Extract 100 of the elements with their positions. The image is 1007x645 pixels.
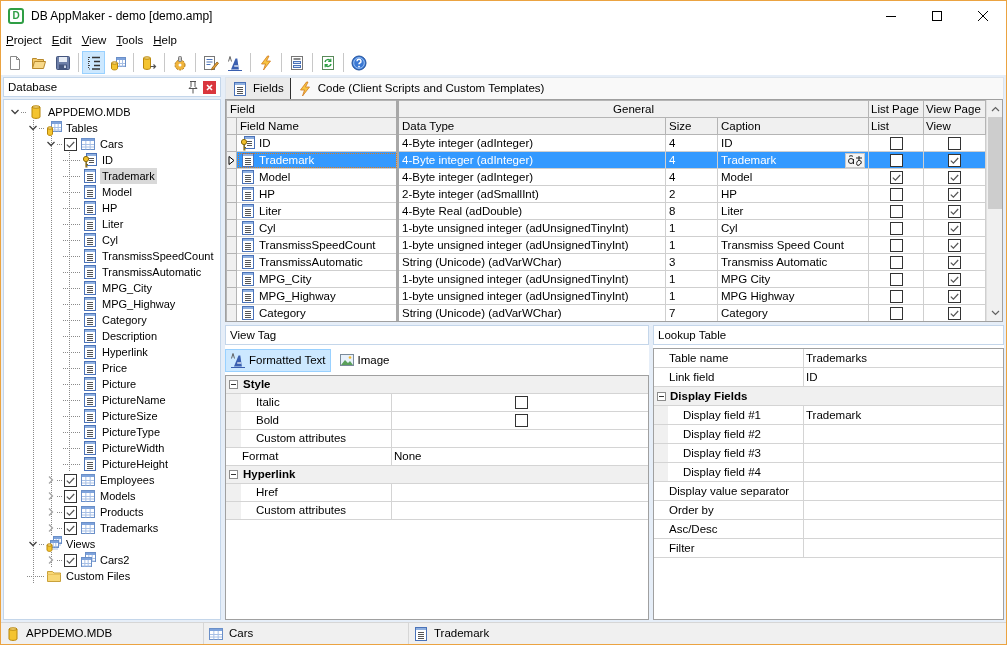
checkbox[interactable] [889,289,903,303]
menu-item[interactable]: Tools [111,32,149,49]
tree-item[interactable]: HP [100,200,120,216]
checkbox[interactable] [64,473,77,487]
checkbox[interactable] [889,153,903,167]
tree-item[interactable]: Hyperlink [100,344,150,360]
tree-item[interactable]: Products [98,504,146,520]
checkbox[interactable] [889,306,903,320]
tree-item[interactable]: Custom Files [64,568,133,584]
checkbox[interactable] [948,255,962,269]
tree-item[interactable]: Picture [100,376,139,392]
table-icon [80,136,96,152]
value-field[interactable]: ID [804,368,1003,386]
tree-item[interactable]: Category [100,312,149,328]
chevron-right-icon[interactable] [46,491,56,501]
menu-item[interactable]: Edit [46,32,77,49]
checkbox[interactable] [64,489,77,503]
menu-item[interactable]: Project [1,32,47,49]
value-field[interactable]: None [392,448,648,465]
chevron-right-icon[interactable] [46,555,56,565]
scrollbar-thumb[interactable] [988,117,1002,209]
tree-item[interactable]: ID [100,152,115,168]
tab[interactable]: Image [333,348,395,372]
checkbox[interactable] [948,136,962,150]
checkbox[interactable] [514,414,528,427]
tree-item[interactable]: Cyl [100,232,120,248]
tree-item[interactable]: Cars2 [98,552,132,568]
checkbox[interactable] [889,221,903,235]
tree-item[interactable]: Views [64,536,98,552]
tree-item[interactable]: Tables [64,120,100,136]
tree-item[interactable]: Employees [98,472,157,488]
checkbox[interactable] [514,396,528,409]
indent-gutter [654,444,668,462]
chevron-right-icon[interactable] [46,507,56,517]
tree-item[interactable]: Model [100,184,134,200]
table-cell: 4 [665,151,718,169]
checkbox[interactable] [948,306,962,320]
chevron-right-icon[interactable] [46,475,56,485]
tree-item[interactable]: TransmissSpeedCount [100,248,216,264]
field-icon [240,186,256,202]
tree-view-button[interactable] [82,51,105,74]
table-cell: MPG_Highway [259,288,336,304]
checkbox[interactable] [948,187,962,201]
value-field[interactable]: Trademark [804,406,1003,424]
chevron-down-icon[interactable] [28,539,38,549]
menu-item[interactable]: View [76,32,112,49]
menu-item[interactable]: Help [148,32,182,49]
pin-icon[interactable] [187,80,199,94]
checkbox[interactable] [64,553,77,567]
chevron-right-icon[interactable] [46,523,56,533]
checkbox[interactable] [889,272,903,286]
collapse-icon[interactable] [656,391,666,401]
checkbox[interactable] [948,289,962,303]
checkbox[interactable] [889,204,903,218]
tab[interactable]: Fields [226,78,291,99]
tree-item[interactable]: Price [100,360,130,376]
checkbox[interactable] [948,272,962,286]
checkbox[interactable] [948,153,962,167]
property-name: Bold [241,412,392,429]
tree-item[interactable]: Models [98,488,138,504]
collapse-icon[interactable] [229,470,238,479]
property-name: Asc/Desc [668,520,804,538]
tree-item[interactable]: Description [100,328,160,344]
checkbox[interactable] [889,170,903,184]
tab[interactable]: Formatted Text [225,348,331,372]
checkbox[interactable] [889,238,903,252]
input-method-button[interactable] [845,152,866,168]
column-group-header: List Page [868,100,924,118]
table-cell: HP [721,186,737,202]
tree-item[interactable]: PictureWidth [100,440,167,456]
checkbox[interactable] [889,255,903,269]
tree-item[interactable]: PictureHeight [100,456,171,472]
tree-item[interactable]: PictureName [100,392,168,408]
checkbox[interactable] [948,204,962,218]
tree-item[interactable]: PictureSize [100,408,160,424]
tree-item[interactable]: MPG_City [100,280,155,296]
table-cell: Cyl [721,220,738,236]
chevron-down-icon[interactable] [28,123,38,133]
tree-item[interactable]: MPG_Highway [100,296,178,312]
chevron-down-icon[interactable] [10,107,20,117]
value-field[interactable]: Trademarks [804,349,1003,367]
tree-item[interactable]: APPDEMO.MDB [46,104,133,120]
checkbox[interactable] [948,170,962,184]
checkbox[interactable] [889,136,903,150]
checkbox[interactable] [948,238,962,252]
tree-item[interactable]: Liter [100,216,126,232]
tree-item[interactable]: Trademarks [98,520,161,536]
tree-item[interactable]: Cars [98,136,126,152]
tree-item[interactable]: TransmissAutomatic [100,264,204,280]
checkbox[interactable] [889,187,903,201]
checkbox[interactable] [64,137,77,151]
checkbox[interactable] [948,221,962,235]
tree-item[interactable]: Trademark [100,168,157,184]
checkbox[interactable] [64,521,77,535]
tab[interactable]: Code (Client Scripts and Custom Templates) [290,78,552,99]
collapse-icon[interactable] [229,380,238,389]
checkbox[interactable] [64,505,77,519]
chevron-down-icon[interactable] [46,139,56,149]
tree-item[interactable]: PictureType [100,424,163,440]
close-icon[interactable] [203,80,216,94]
